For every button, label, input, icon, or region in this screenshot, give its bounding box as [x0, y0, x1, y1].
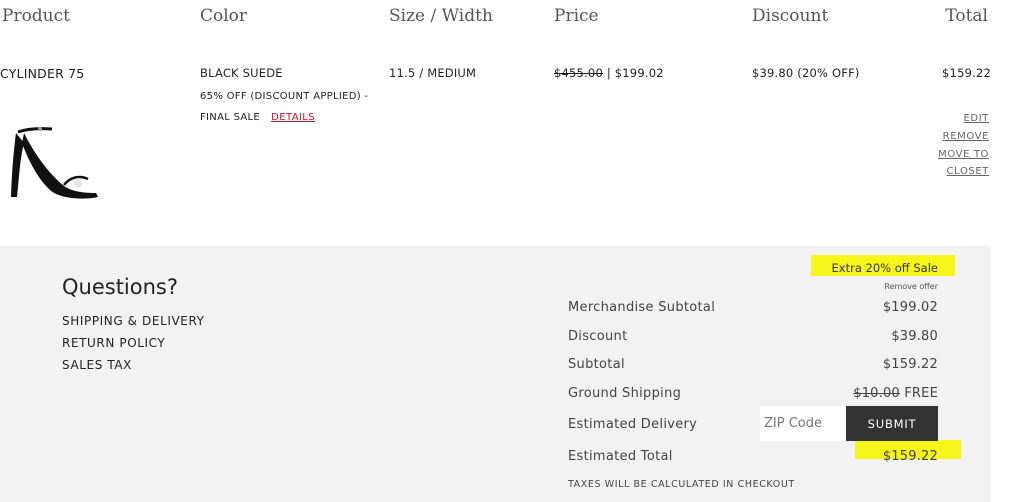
subtotal-label: Subtotal	[568, 357, 625, 372]
header-size-width: Size / Width	[389, 6, 493, 26]
edit-link[interactable]: EDIT	[964, 113, 989, 124]
offer-title: Extra 20% off Sale	[831, 261, 938, 275]
final-sale-text: FINAL SALE	[200, 112, 261, 123]
details-link[interactable]: DETAILS	[271, 112, 315, 123]
shipping-value: $10.00 FREE	[853, 386, 938, 401]
delivery-label: Estimated Delivery	[568, 417, 698, 432]
header-color: Color	[200, 6, 248, 26]
product-size: 11.5 / MEDIUM	[389, 66, 477, 80]
remove-link[interactable]: REMOVE	[943, 131, 989, 142]
price-separator: |	[606, 66, 611, 80]
header-discount: Discount	[752, 6, 829, 26]
shipping-delivery-link[interactable]: SHIPPING & DELIVERY	[62, 314, 205, 328]
product-discount: $39.80 (20% OFF)	[752, 66, 860, 80]
discount-label: Discount	[568, 329, 628, 344]
merch-subtotal-label: Merchandise Subtotal	[568, 300, 716, 315]
product-total: $159.22	[942, 66, 991, 80]
shipping-original: $10.00	[853, 386, 900, 401]
discount-note-line1: 65% OFF (DISCOUNT APPLIED) -	[200, 91, 369, 102]
discount-value: $39.80	[891, 329, 938, 344]
estimated-total-label: Estimated Total	[568, 449, 673, 464]
subtotal-value: $159.22	[882, 357, 938, 372]
shipping-label: Ground Shipping	[568, 386, 682, 401]
tax-note: TAXES WILL BE CALCULATED IN CHECKOUT	[568, 479, 795, 490]
sales-tax-link[interactable]: SALES TAX	[62, 358, 132, 372]
product-price: $455.00 | $199.02	[554, 66, 664, 80]
move-to-closet-link[interactable]: MOVE TO	[938, 149, 989, 160]
product-color: BLACK SUEDE	[200, 66, 283, 80]
shipping-free: FREE	[904, 386, 938, 401]
header-total: Total	[945, 6, 988, 26]
original-price: $455.00	[554, 66, 603, 80]
remove-offer-link[interactable]: Remove offer	[884, 282, 938, 291]
sale-price: $199.02	[614, 66, 664, 80]
return-policy-link[interactable]: RETURN POLICY	[62, 336, 165, 350]
header-price: Price	[554, 6, 599, 26]
zip-code-input[interactable]	[760, 406, 846, 441]
sandal-icon	[11, 127, 98, 199]
move-to-closet-link-line2[interactable]: CLOSET	[947, 166, 989, 177]
estimated-total-value: $159.22	[882, 449, 938, 464]
header-product: Product	[2, 6, 70, 26]
questions-title: Questions?	[62, 275, 179, 299]
sandal-image[interactable]	[8, 123, 102, 201]
product-name[interactable]: CYLINDER 75	[0, 66, 84, 81]
merch-subtotal-value: $199.02	[882, 300, 938, 315]
discount-note-line2: FINAL SALE DETAILS	[200, 105, 315, 124]
submit-button[interactable]: SUBMIT	[846, 406, 938, 441]
